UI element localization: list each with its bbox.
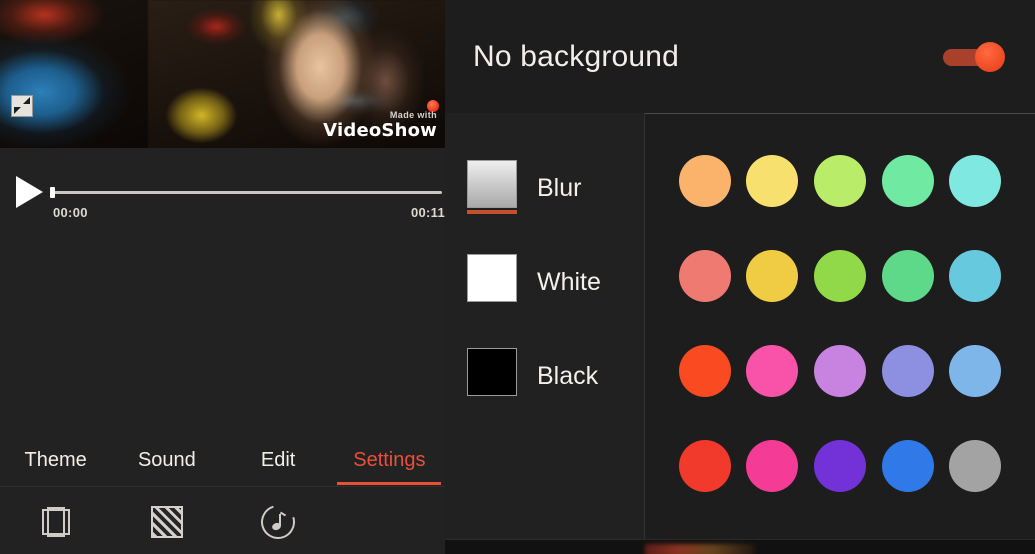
white-swatch-wrapper (467, 254, 517, 310)
color-swatch-r2-c2[interactable] (746, 249, 799, 302)
color-swatch-r4-c5[interactable] (949, 439, 1002, 492)
toggle-knob (975, 41, 1005, 72)
color-swatch-r1-c4[interactable] (881, 154, 934, 207)
tab-active-underline (337, 482, 442, 485)
color-swatch-r4-c2[interactable] (746, 439, 799, 492)
background-options-body: Blur White Black (445, 113, 1035, 554)
editor-tabbar: Theme Sound Edit Settings (0, 437, 445, 487)
blur-swatch-wrapper (467, 160, 517, 216)
panel-bottom-cutoff-strip (445, 540, 1035, 554)
color-swatch-r2-c1[interactable] (678, 249, 731, 302)
tabbar-divider (0, 486, 445, 487)
current-time-label: 00:00 (53, 205, 88, 220)
color-swatch-r4-c1[interactable] (678, 439, 731, 492)
blur-selected-underline (467, 210, 517, 214)
color-swatch-r3-c1[interactable] (678, 344, 731, 397)
seek-thumb[interactable] (50, 186, 55, 198)
white-chip-icon (467, 254, 517, 302)
music-note-stem (278, 513, 281, 526)
background-settings-panel: No background Blur White Black (445, 0, 1035, 554)
background-mode-black[interactable]: Black (445, 329, 645, 423)
watermark-brand: VideoShow (323, 120, 437, 141)
blur-label: Blur (537, 173, 582, 202)
color-swatch-r1-c3[interactable] (813, 154, 866, 207)
color-swatch-r1-c2[interactable] (746, 154, 799, 207)
color-swatch-grid (645, 133, 1035, 513)
watermark: Made with VideoShow (323, 100, 439, 141)
music-ring (254, 498, 301, 545)
editor-left-pane: Made with VideoShow 00:00 00:11 Theme So… (0, 0, 445, 554)
color-swatch-r3-c4[interactable] (881, 344, 934, 397)
watermark-made-with: Made with (389, 110, 437, 120)
music-note-icon (254, 498, 301, 545)
color-swatch-r3-c2[interactable] (746, 344, 799, 397)
no-background-header: No background (445, 0, 1035, 113)
color-swatch-r3-c3[interactable] (813, 344, 866, 397)
black-swatch-wrapper (467, 348, 517, 404)
color-swatch-r2-c4[interactable] (881, 249, 934, 302)
cutoff-partial-content (645, 544, 755, 554)
background-mode-white[interactable]: White (445, 235, 645, 329)
resize-handle-triangle-top (23, 97, 30, 104)
no-background-label: No background (473, 39, 680, 73)
white-label: White (537, 267, 601, 296)
tab-theme[interactable]: Theme (0, 437, 111, 487)
tool-music-button[interactable] (222, 498, 333, 545)
color-swatch-r1-c1[interactable] (678, 154, 731, 207)
blur-chip-icon (467, 160, 517, 208)
tab-settings[interactable]: Settings (334, 437, 445, 487)
tool-background-button[interactable] (111, 505, 222, 538)
total-time-label: 00:11 (410, 205, 445, 220)
frame-inner (46, 506, 65, 537)
tab-sound-label: Sound (137, 449, 196, 471)
no-background-toggle[interactable] (943, 41, 1005, 72)
resize-handle-icon[interactable] (11, 95, 33, 117)
videoshow-editor-screen: Made with VideoShow 00:00 00:11 Theme So… (0, 0, 1035, 554)
tab-theme-label: Theme (24, 449, 87, 471)
color-swatch-area (645, 113, 1035, 554)
color-swatch-r2-c3[interactable] (813, 249, 866, 302)
video-player-controls: 00:00 00:11 (0, 148, 445, 268)
tab-settings-label: Settings (353, 449, 426, 471)
color-swatch-r4-c3[interactable] (813, 439, 866, 492)
tab-edit-label: Edit (260, 449, 296, 471)
play-icon (15, 176, 43, 208)
frame-crop-icon (38, 505, 74, 539)
video-frame-left (0, 0, 148, 148)
resize-handle-triangle-bottom (14, 107, 21, 114)
editor-tool-iconbar (0, 489, 445, 554)
black-chip-icon (467, 348, 517, 396)
tool-frame-button[interactable] (0, 505, 111, 539)
seek-bar[interactable] (50, 186, 442, 198)
color-swatch-r1-c5[interactable] (949, 154, 1002, 207)
black-label: Black (537, 361, 599, 390)
time-row: 00:00 00:11 (53, 205, 445, 220)
video-preview[interactable]: Made with VideoShow (0, 0, 445, 148)
background-mode-list: Blur White Black (445, 113, 645, 554)
color-swatch-r4-c4[interactable] (881, 439, 934, 492)
play-button[interactable] (0, 176, 50, 208)
tab-edit[interactable]: Edit (223, 437, 334, 487)
seek-bar-wrapper (50, 186, 445, 198)
hatched-pattern-icon (150, 505, 183, 538)
color-swatch-r3-c5[interactable] (949, 344, 1002, 397)
color-swatch-r2-c5[interactable] (949, 249, 1002, 302)
background-mode-blur[interactable]: Blur (445, 141, 645, 235)
tab-sound[interactable]: Sound (111, 437, 222, 487)
